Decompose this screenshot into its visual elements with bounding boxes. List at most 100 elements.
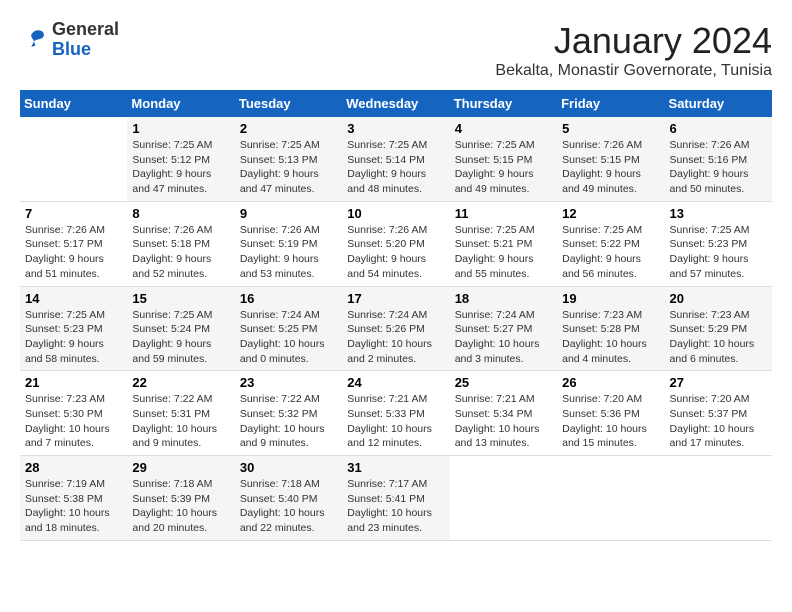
day-number: 3 [347,121,444,136]
header-thursday: Thursday [450,90,557,117]
calendar-header-row: SundayMondayTuesdayWednesdayThursdayFrid… [20,90,772,117]
day-number: 29 [132,460,229,475]
day-info: Sunrise: 7:23 AM Sunset: 5:28 PM Dayligh… [562,308,659,367]
header-saturday: Saturday [665,90,772,117]
day-number: 25 [455,375,552,390]
page-header: General Blue January 2024 Bekalta, Monas… [20,20,772,80]
day-info: Sunrise: 7:21 AM Sunset: 5:34 PM Dayligh… [455,392,552,451]
logo-icon [20,26,48,54]
day-info: Sunrise: 7:25 AM Sunset: 5:23 PM Dayligh… [670,223,767,282]
day-number: 28 [25,460,122,475]
calendar-cell: 28Sunrise: 7:19 AM Sunset: 5:38 PM Dayli… [20,456,127,541]
day-info: Sunrise: 7:26 AM Sunset: 5:16 PM Dayligh… [670,138,767,197]
day-info: Sunrise: 7:25 AM Sunset: 5:12 PM Dayligh… [132,138,229,197]
calendar-cell: 3 Sunrise: 7:25 AM Sunset: 5:14 PM Daylig… [342,117,449,201]
day-info: Sunrise: 7:24 AM Sunset: 5:27 PM Dayligh… [455,308,552,367]
day-info: Sunrise: 7:25 AM Sunset: 5:21 PM Dayligh… [455,223,552,282]
day-number: 26 [562,375,659,390]
calendar-cell: 1 Sunrise: 7:25 AM Sunset: 5:12 PM Daylig… [127,117,234,201]
day-info: Sunrise: 7:26 AM Sunset: 5:18 PM Dayligh… [132,223,229,282]
calendar-week-row: 14Sunrise: 7:25 AM Sunset: 5:23 PM Dayli… [20,286,772,371]
calendar-week-row: 1 Sunrise: 7:25 AM Sunset: 5:12 PM Daylig… [20,117,772,201]
calendar-cell: 18 Sunrise: 7:24 AM Sunset: 5:27 PM Dayli… [450,286,557,371]
calendar-cell: 8 Sunrise: 7:26 AM Sunset: 5:18 PM Daylig… [127,201,234,286]
calendar-cell: 16 Sunrise: 7:24 AM Sunset: 5:25 PM Dayli… [235,286,342,371]
title-block: January 2024 Bekalta, Monastir Governora… [495,20,772,80]
day-number: 4 [455,121,552,136]
day-number: 10 [347,206,444,221]
calendar-cell: 6Sunrise: 7:26 AM Sunset: 5:16 PM Daylig… [665,117,772,201]
calendar-cell: 29 Sunrise: 7:18 AM Sunset: 5:39 PM Dayli… [127,456,234,541]
calendar-cell: 7 Sunrise: 7:26 AM Sunset: 5:17 PM Daylig… [20,201,127,286]
calendar-cell: 4 Sunrise: 7:25 AM Sunset: 5:15 PM Daylig… [450,117,557,201]
day-number: 1 [132,121,229,136]
calendar-cell [557,456,664,541]
calendar-cell: 13Sunrise: 7:25 AM Sunset: 5:23 PM Dayli… [665,201,772,286]
day-info: Sunrise: 7:23 AM Sunset: 5:29 PM Dayligh… [670,308,767,367]
day-info: Sunrise: 7:23 AM Sunset: 5:30 PM Dayligh… [25,392,122,451]
day-info: Sunrise: 7:26 AM Sunset: 5:19 PM Dayligh… [240,223,337,282]
calendar-cell: 24Sunrise: 7:21 AM Sunset: 5:33 PM Dayli… [342,371,449,456]
day-info: Sunrise: 7:17 AM Sunset: 5:41 PM Dayligh… [347,477,444,536]
day-info: Sunrise: 7:26 AM Sunset: 5:20 PM Dayligh… [347,223,444,282]
logo-text: General Blue [52,20,119,60]
day-info: Sunrise: 7:25 AM Sunset: 5:14 PM Dayligh… [347,138,444,197]
day-info: Sunrise: 7:20 AM Sunset: 5:37 PM Dayligh… [670,392,767,451]
day-info: Sunrise: 7:25 AM Sunset: 5:13 PM Dayligh… [240,138,337,197]
day-info: Sunrise: 7:25 AM Sunset: 5:22 PM Dayligh… [562,223,659,282]
calendar-cell: 27 Sunrise: 7:20 AM Sunset: 5:37 PM Dayli… [665,371,772,456]
day-number: 17 [347,291,444,306]
calendar-cell: 23 Sunrise: 7:22 AM Sunset: 5:32 PM Dayli… [235,371,342,456]
day-number: 15 [132,291,229,306]
day-number: 11 [455,206,552,221]
day-number: 31 [347,460,444,475]
day-info: Sunrise: 7:22 AM Sunset: 5:32 PM Dayligh… [240,392,337,451]
calendar-cell: 26Sunrise: 7:20 AM Sunset: 5:36 PM Dayli… [557,371,664,456]
day-number: 20 [670,291,767,306]
calendar-cell: 22 Sunrise: 7:22 AM Sunset: 5:31 PM Dayli… [127,371,234,456]
logo: General Blue [20,20,119,60]
day-info: Sunrise: 7:24 AM Sunset: 5:25 PM Dayligh… [240,308,337,367]
calendar-cell: 12Sunrise: 7:25 AM Sunset: 5:22 PM Dayli… [557,201,664,286]
calendar-cell: 19 Sunrise: 7:23 AM Sunset: 5:28 PM Dayli… [557,286,664,371]
day-info: Sunrise: 7:25 AM Sunset: 5:24 PM Dayligh… [132,308,229,367]
day-number: 18 [455,291,552,306]
day-info: Sunrise: 7:22 AM Sunset: 5:31 PM Dayligh… [132,392,229,451]
header-sunday: Sunday [20,90,127,117]
day-number: 22 [132,375,229,390]
calendar-cell: 14Sunrise: 7:25 AM Sunset: 5:23 PM Dayli… [20,286,127,371]
calendar-week-row: 28Sunrise: 7:19 AM Sunset: 5:38 PM Dayli… [20,456,772,541]
calendar-cell: 30Sunrise: 7:18 AM Sunset: 5:40 PM Dayli… [235,456,342,541]
calendar-cell: 5Sunrise: 7:26 AM Sunset: 5:15 PM Daylig… [557,117,664,201]
day-number: 8 [132,206,229,221]
day-number: 16 [240,291,337,306]
day-number: 19 [562,291,659,306]
calendar-cell: 11 Sunrise: 7:25 AM Sunset: 5:21 PM Dayli… [450,201,557,286]
calendar-cell [665,456,772,541]
calendar-cell: 17Sunrise: 7:24 AM Sunset: 5:26 PM Dayli… [342,286,449,371]
header-monday: Monday [127,90,234,117]
day-number: 14 [25,291,122,306]
calendar-week-row: 7 Sunrise: 7:26 AM Sunset: 5:17 PM Daylig… [20,201,772,286]
day-number: 2 [240,121,337,136]
day-number: 24 [347,375,444,390]
calendar-cell: 25 Sunrise: 7:21 AM Sunset: 5:34 PM Dayli… [450,371,557,456]
day-info: Sunrise: 7:18 AM Sunset: 5:39 PM Dayligh… [132,477,229,536]
calendar-cell [20,117,127,201]
calendar-cell [450,456,557,541]
calendar-cell: 9Sunrise: 7:26 AM Sunset: 5:19 PM Daylig… [235,201,342,286]
calendar-table: SundayMondayTuesdayWednesdayThursdayFrid… [20,90,772,541]
calendar-cell: 15 Sunrise: 7:25 AM Sunset: 5:24 PM Dayli… [127,286,234,371]
calendar-week-row: 21Sunrise: 7:23 AM Sunset: 5:30 PM Dayli… [20,371,772,456]
day-info: Sunrise: 7:26 AM Sunset: 5:15 PM Dayligh… [562,138,659,197]
location-title: Bekalta, Monastir Governorate, Tunisia [495,62,772,80]
day-info: Sunrise: 7:26 AM Sunset: 5:17 PM Dayligh… [25,223,122,282]
day-info: Sunrise: 7:25 AM Sunset: 5:15 PM Dayligh… [455,138,552,197]
calendar-cell: 20 Sunrise: 7:23 AM Sunset: 5:29 PM Dayli… [665,286,772,371]
calendar-cell: 10 Sunrise: 7:26 AM Sunset: 5:20 PM Dayli… [342,201,449,286]
month-title: January 2024 [495,20,772,62]
calendar-cell: 21Sunrise: 7:23 AM Sunset: 5:30 PM Dayli… [20,371,127,456]
day-number: 23 [240,375,337,390]
day-number: 7 [25,206,122,221]
day-number: 27 [670,375,767,390]
